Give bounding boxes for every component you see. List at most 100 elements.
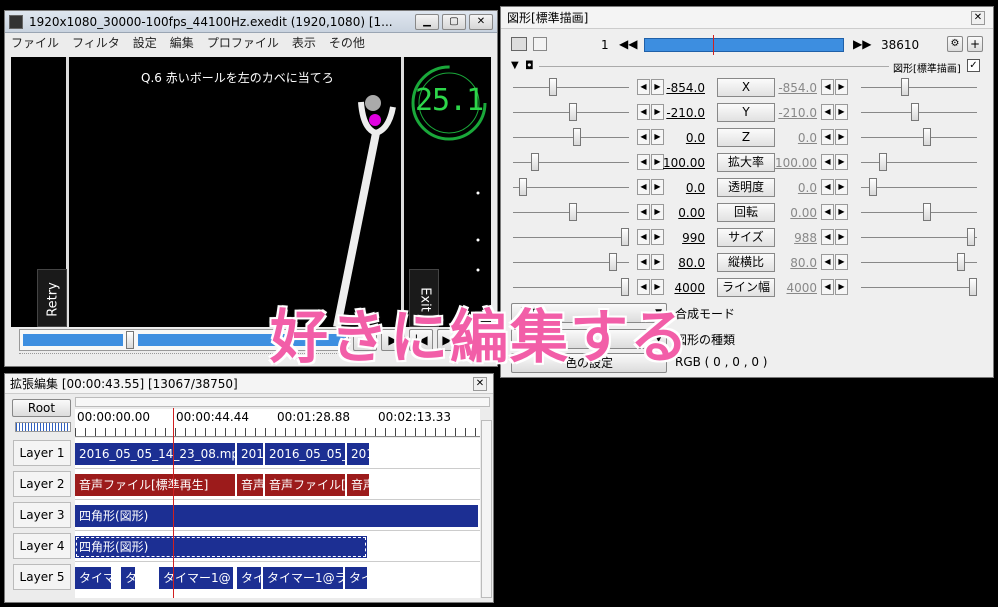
param-increment-right[interactable]: ▶ [835,79,848,95]
object-titlebar[interactable]: 図形[標準描画] [501,7,993,29]
param-value-left[interactable]: 0.0 [657,131,705,145]
clip-timer-4[interactable]: タイ [237,567,261,589]
param-decrement-left[interactable]: ◀ [637,129,650,145]
param-increment-right[interactable]: ▶ [835,104,848,120]
param-slider-left[interactable] [569,103,577,121]
menu-other[interactable]: その他 [329,34,365,51]
clip-video-4[interactable]: 201 [347,443,369,465]
object-frame-bar[interactable] [644,35,844,55]
param-value-left[interactable]: 0.0 [657,181,705,195]
param-slider-left[interactable] [519,178,527,196]
param-decrement-right[interactable]: ◀ [821,279,834,295]
effect-collapse-icon[interactable]: ▼ [511,60,519,71]
menu-filter[interactable]: フィルタ [72,34,120,51]
add-filter-button[interactable]: + [967,36,983,52]
layer-2-label[interactable]: Layer 2 [13,471,71,497]
clip-audio-2[interactable]: 音声 [237,474,263,496]
param-value-left[interactable]: 80.0 [657,256,705,270]
maximize-button[interactable]: ▢ [442,13,466,30]
object-close-button[interactable]: ✕ [971,11,985,25]
zoom-gauge[interactable] [15,422,71,432]
param-value-right[interactable]: -854.0 [769,81,817,95]
timeline-titlebar[interactable]: 拡張編集 [00:00:43.55] [13067/38750] [5,374,493,394]
root-button[interactable]: Root [12,399,71,417]
menu-profile[interactable]: プロファイル [207,34,279,51]
param-decrement-left[interactable]: ◀ [637,154,650,170]
param-slider-left[interactable] [609,253,617,271]
menu-view[interactable]: 表示 [292,34,316,51]
param-decrement-left[interactable]: ◀ [637,79,650,95]
param-label-button[interactable]: サイズ [717,228,775,247]
param-slider-right[interactable] [869,178,877,196]
param-value-right[interactable]: 80.0 [769,256,817,270]
param-label-button[interactable]: Z [717,128,775,147]
frame-next-icon[interactable]: ▶▶ [853,37,871,51]
param-slider-right[interactable] [967,228,975,246]
param-increment-right[interactable]: ▶ [835,204,848,220]
frame-prev-icon[interactable]: ◀◀ [619,37,637,51]
param-slider-right[interactable] [923,128,931,146]
param-label-button[interactable]: 拡大率 [717,153,775,172]
clip-audio-4[interactable]: 音声 [347,474,369,496]
param-increment-right[interactable]: ▶ [835,254,848,270]
param-value-left[interactable]: -854.0 [657,81,705,95]
param-slider-right[interactable] [957,253,965,271]
clip-figure-layer4[interactable]: 四角形(図形) [75,536,367,558]
param-decrement-left[interactable]: ◀ [637,179,650,195]
clip-video-2[interactable]: 2016 [237,443,263,465]
param-value-right[interactable]: -210.0 [769,106,817,120]
preview-titlebar[interactable]: 1920x1080_30000-100fps_44100Hz.exedit (1… [5,11,497,33]
param-value-right[interactable]: 4000 [769,281,817,295]
screen-icon[interactable] [533,37,547,51]
menu-settings[interactable]: 設定 [133,34,157,51]
param-label-button[interactable]: 回転 [717,203,775,222]
layer-5-label[interactable]: Layer 5 [13,564,71,590]
param-decrement-right[interactable]: ◀ [821,204,834,220]
timeline-vscroll[interactable] [481,420,492,598]
param-decrement-right[interactable]: ◀ [821,229,834,245]
param-slider-left[interactable] [573,128,581,146]
object-menu-button[interactable]: ⚙ [947,36,963,52]
param-slider-right[interactable] [901,78,909,96]
seek-thumb[interactable] [126,331,134,349]
param-value-right[interactable]: 0.0 [769,181,817,195]
param-decrement-right[interactable]: ◀ [821,129,834,145]
param-label-button[interactable]: 縦横比 [717,253,775,272]
param-label-button[interactable]: ライン幅 [717,278,775,297]
param-decrement-right[interactable]: ◀ [821,104,834,120]
param-increment-right[interactable]: ▶ [835,279,848,295]
menu-file[interactable]: ファイル [11,34,59,51]
timeline-close-button[interactable]: ✕ [473,377,487,391]
clip-timer-3[interactable]: タイマー1@ [159,567,233,589]
clip-timer-5[interactable]: タイマー1@ラ [263,567,343,589]
clip-video-1[interactable]: 2016_05_05_14_23_08.mp4 [75,443,235,465]
param-slider-left[interactable] [531,153,539,171]
param-slider-left[interactable] [569,203,577,221]
param-value-left[interactable]: 0.00 [657,206,705,220]
param-label-button[interactable]: 透明度 [717,178,775,197]
param-label-button[interactable]: Y [717,103,775,122]
retry-button[interactable]: Retry [37,269,67,327]
param-decrement-left[interactable]: ◀ [637,204,650,220]
param-value-left[interactable]: 100.00 [657,156,705,170]
param-decrement-right[interactable]: ◀ [821,79,834,95]
param-increment-right[interactable]: ▶ [835,179,848,195]
param-decrement-right[interactable]: ◀ [821,154,834,170]
clip-timer-6[interactable]: タイ [345,567,367,589]
param-value-right[interactable]: 100.00 [769,156,817,170]
layer-3-label[interactable]: Layer 3 [13,502,71,528]
param-slider-right[interactable] [969,278,977,296]
close-button[interactable]: ✕ [469,13,493,30]
timeline-hscroll[interactable] [75,397,490,407]
param-value-right[interactable]: 0.00 [769,206,817,220]
clip-figure-layer3[interactable]: 四角形(図形) [75,505,478,527]
param-label-button[interactable]: X [717,78,775,97]
clip-audio-1[interactable]: 音声ファイル[標準再生] [75,474,235,496]
param-decrement-left[interactable]: ◀ [637,229,650,245]
param-slider-right[interactable] [923,203,931,221]
clip-video-3[interactable]: 2016_05_05_ [265,443,345,465]
param-value-left[interactable]: -210.0 [657,106,705,120]
param-decrement-right[interactable]: ◀ [821,179,834,195]
camera-icon[interactable] [511,37,527,51]
param-value-left[interactable]: 990 [657,231,705,245]
